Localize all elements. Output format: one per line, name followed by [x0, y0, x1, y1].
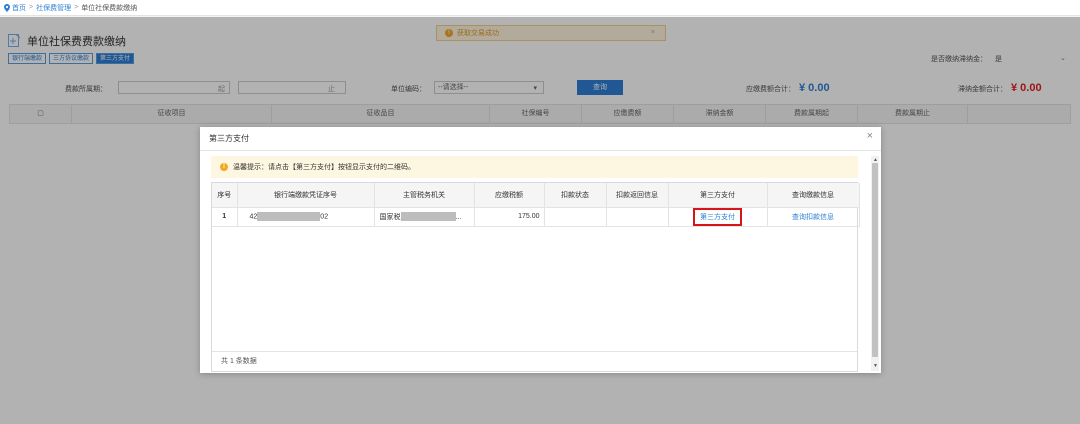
tax-office-suffix: ... [455, 213, 462, 221]
column-header: 序号 [212, 183, 238, 208]
query-deduction-link[interactable]: 查询扣款信息 [792, 214, 834, 221]
tip-banner: ! 温馨提示：请点击【第三方支付】按钮显示支付的二维码。 [211, 156, 858, 178]
column-header: 主管税务机关 [374, 183, 475, 208]
tax-office: 国家税... [374, 207, 475, 227]
redacted-block [400, 212, 456, 222]
breadcrumb-section-link[interactable]: 社保费管理 [36, 3, 71, 13]
scroll-down-icon[interactable]: ▼ [873, 363, 878, 369]
column-header: 应缴税额 [474, 183, 545, 208]
breadcrumb: 首页 > 社保费管理 > 单位社保费款缴纳 [0, 0, 1080, 16]
table-footer: 共 1 条数据 [212, 351, 857, 371]
breadcrumb-home-link[interactable]: 首页 [12, 3, 26, 13]
payment-table: 序号 银行端缴款凭证序号 主管税务机关 应缴税额 扣款状态 扣款返回信息 第三方… [211, 182, 860, 372]
column-header: 查询缴款信息 [767, 183, 860, 208]
table-header-row: 序号 银行端缴款凭证序号 主管税务机关 应缴税额 扣款状态 扣款返回信息 第三方… [212, 183, 860, 208]
third-party-pay-cell: 第三方支付 [668, 207, 768, 227]
row-index: 1 [212, 207, 238, 227]
tip-text: 温馨提示：请点击【第三方支付】按钮显示支付的二维码。 [233, 164, 415, 171]
third-party-pay-link[interactable]: 第三方支付 [693, 207, 742, 226]
column-header: 扣款返回信息 [606, 183, 669, 208]
column-header: 第三方支付 [668, 183, 768, 208]
column-header: 银行端缴款凭证序号 [237, 183, 375, 208]
location-pin-icon [4, 3, 10, 12]
voucher-prefix: 42 [249, 213, 258, 221]
breadcrumb-current: 单位社保费款缴纳 [81, 4, 138, 12]
breadcrumb-separator: > [74, 4, 79, 11]
third-party-payment-dialog: 第三方支付 × ! 温馨提示：请点击【第三方支付】按钮显示支付的二维码。 ▲ ▼… [200, 127, 881, 373]
deduction-status [544, 207, 607, 227]
breadcrumb-separator: > [29, 4, 34, 11]
close-icon[interactable]: × [867, 130, 873, 142]
tax-office-prefix: 国家税 [379, 213, 401, 221]
dialog-scrollbar[interactable]: ▲ ▼ [871, 156, 879, 371]
dialog-divider [200, 150, 881, 151]
redacted-block [257, 212, 321, 221]
query-cell: 查询扣款信息 [767, 207, 860, 227]
voucher-number: 42 02 [237, 207, 375, 227]
table-row: 1 42 02 国家税... 175.00 第三方支付 查询扣款信息 [212, 207, 860, 227]
warning-icon: ! [220, 163, 228, 171]
deduction-return-info [606, 207, 669, 227]
column-header: 扣款状态 [544, 183, 607, 208]
voucher-suffix: 02 [320, 213, 329, 221]
tax-amount: 175.00 [474, 207, 545, 227]
scrollbar-thumb[interactable] [872, 163, 878, 357]
dialog-title: 第三方支付 [209, 134, 249, 143]
